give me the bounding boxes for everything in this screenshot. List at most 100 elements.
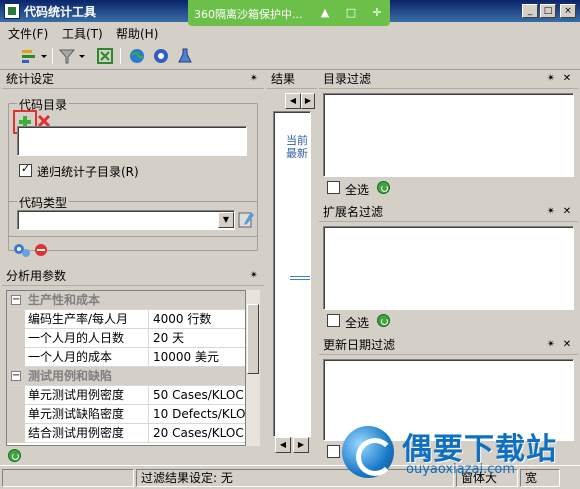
- code-type-group: 代码类型 ▼: [8, 194, 258, 237]
- result-panel: 结果 ◀ ▶ 当前 最新 ◀ ▶: [267, 71, 317, 464]
- panel-title: 统计设定: [2, 71, 264, 89]
- close-icon[interactable]: ✕: [561, 339, 573, 351]
- param-category: 测试用例和缺陷: [28, 369, 113, 383]
- close-icon[interactable]: ✕: [561, 206, 573, 218]
- ext-select-all-label: 全选: [345, 316, 370, 330]
- table-row[interactable]: 编码生产率/每人月 4000 行数: [7, 310, 245, 329]
- refresh-icon[interactable]: [377, 181, 390, 194]
- ext-select-all-checkbox[interactable]: [327, 314, 340, 327]
- result-line: [290, 279, 310, 280]
- stop-stats-button[interactable]: [34, 243, 48, 257]
- param-value[interactable]: 10000 美元: [153, 348, 245, 366]
- table-row[interactable]: − 生产性和成本: [7, 291, 245, 310]
- thumbtack-icon[interactable]: ✛: [366, 4, 388, 22]
- recursive-checkbox[interactable]: [19, 162, 32, 177]
- table-row[interactable]: − 测试用例和缺陷: [7, 367, 245, 386]
- app-icon: [4, 3, 20, 19]
- watermark-sub-text: ouyaoxiazai.com: [406, 462, 515, 477]
- chevron-down-icon[interactable]: ▼: [218, 212, 234, 228]
- menu-file[interactable]: 文件(F): [8, 25, 48, 42]
- dir-filter-list[interactable]: [323, 93, 574, 177]
- chevron-left-icon[interactable]: ◀: [285, 93, 301, 109]
- result-view[interactable]: 当前 最新: [273, 111, 311, 437]
- scroll-thumb[interactable]: [247, 304, 259, 374]
- toolbar-separator: [52, 48, 53, 64]
- run-stats-button[interactable]: [12, 241, 32, 259]
- pin-icon[interactable]: ▲: [314, 4, 336, 22]
- chart-icon[interactable]: [20, 47, 38, 65]
- row-gutter: [7, 405, 25, 424]
- broadcast-icon[interactable]: [152, 47, 170, 65]
- menu-help[interactable]: 帮助(H): [116, 25, 158, 42]
- params-refresh-button[interactable]: [8, 449, 21, 462]
- param-value[interactable]: 4000 行数: [153, 310, 245, 328]
- dir-filter-panel: 目录过滤 ✴ ✕ 全选: [319, 71, 578, 199]
- param-key: 编码生产率/每人月: [27, 310, 149, 329]
- toolbar: [0, 42, 580, 70]
- pin-icon[interactable]: ✴: [545, 339, 557, 351]
- chevron-down-icon[interactable]: [78, 47, 86, 65]
- refresh-icon[interactable]: [377, 314, 390, 327]
- collapse-icon[interactable]: −: [11, 371, 21, 381]
- table-row[interactable]: 一个人月的成本 10000 美元: [7, 348, 245, 367]
- table-row[interactable]: 单元测试缺陷密度 10 Defects/KLOC: [7, 405, 245, 424]
- ext-filter-list[interactable]: [323, 226, 574, 310]
- close-button[interactable]: ×: [560, 4, 576, 18]
- menu-tools[interactable]: 工具(T): [62, 25, 103, 42]
- stop-icon: [34, 243, 48, 260]
- result-text-latest: 最新: [286, 147, 308, 160]
- param-value[interactable]: 50 Cases/KLOC: [153, 386, 245, 404]
- params-table: − 生产性和成本 编码生产率/每人月 4000 行数 一个人月的人日数 20 天…: [6, 290, 246, 446]
- panel-title: 更新日期过滤: [319, 337, 578, 355]
- param-key: 一个人月的人日数: [27, 329, 149, 348]
- row-gutter: [7, 329, 25, 348]
- watermark: 偶要下载站 ouyaoxiazai.com: [338, 422, 580, 482]
- pin-icon[interactable]: ✴: [248, 270, 260, 282]
- recursive-label: 递归统计子目录(R): [37, 165, 139, 179]
- dir-select-all-label: 全选: [345, 183, 370, 197]
- code-dir-list[interactable]: [17, 126, 247, 156]
- dir-select-all-checkbox[interactable]: [327, 181, 340, 194]
- status-cell-main: [2, 469, 134, 487]
- panel-title: 目录过滤: [319, 71, 578, 89]
- edit-icon: [237, 210, 255, 233]
- gears-icon: [12, 241, 32, 262]
- params-scrollbar[interactable]: [246, 290, 260, 446]
- folder-icon[interactable]: □: [340, 4, 362, 22]
- flask-icon[interactable]: [176, 47, 194, 65]
- row-gutter: [7, 310, 25, 329]
- panel-title: 分析用参数: [2, 268, 264, 286]
- globe-icon[interactable]: [128, 47, 146, 65]
- stats-settings-panel: 统计设定 ✴ 代码目录 递归统计子目录(R) 代码类型 ▼: [2, 71, 264, 267]
- code-type-select[interactable]: ▼: [17, 210, 235, 230]
- watermark-logo-icon: [342, 426, 394, 478]
- pin-icon[interactable]: ✴: [545, 206, 557, 218]
- ext-filter-panel: 扩展名过滤 ✴ ✕ 全选: [319, 204, 578, 332]
- close-icon[interactable]: ✕: [561, 73, 573, 85]
- maximize-button[interactable]: □: [540, 4, 556, 18]
- edit-type-button[interactable]: [237, 210, 255, 230]
- chevron-right-icon[interactable]: ▶: [301, 93, 315, 109]
- window-title: 代码统计工具: [24, 5, 97, 19]
- chevron-left-icon[interactable]: ◀: [275, 437, 291, 453]
- pin-icon[interactable]: ✴: [545, 73, 557, 85]
- table-row[interactable]: 结合测试用例密度 20 Cases/KLOC: [7, 424, 245, 443]
- chevron-down-icon[interactable]: [40, 47, 48, 65]
- param-value[interactable]: 20 Cases/KLOC: [153, 424, 245, 442]
- param-value[interactable]: 10 Defects/KLOC: [153, 405, 245, 423]
- sandbox-text: 360隔离沙箱保护中...: [194, 8, 303, 21]
- param-key: 一个人月的成本: [27, 348, 149, 367]
- fullscreen-icon[interactable]: [96, 47, 114, 65]
- pin-icon[interactable]: ✴: [248, 73, 260, 85]
- filter-icon[interactable]: [58, 47, 76, 65]
- collapse-icon[interactable]: −: [11, 295, 21, 305]
- code-type-label: 代码类型: [17, 194, 70, 211]
- param-value[interactable]: 20 天: [153, 329, 245, 347]
- chevron-right-icon[interactable]: ▶: [293, 437, 309, 453]
- minimize-button[interactable]: _: [522, 4, 538, 18]
- table-row[interactable]: 单元测试用例密度 50 Cases/KLOC: [7, 386, 245, 405]
- row-gutter: [7, 424, 25, 443]
- result-line: [290, 276, 310, 277]
- table-row[interactable]: 一个人月的人日数 20 天: [7, 329, 245, 348]
- param-key: 单元测试用例密度: [27, 386, 149, 405]
